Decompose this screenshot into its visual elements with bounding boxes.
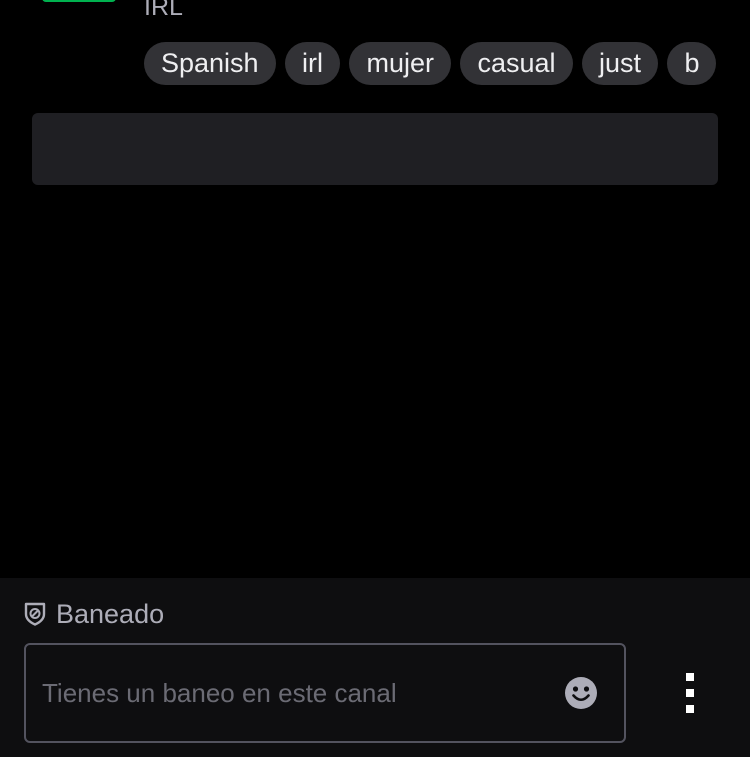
chat-message-input[interactable]: [42, 645, 542, 741]
ban-status-label: Baneado: [56, 598, 165, 629]
shield-slash-icon: [24, 602, 46, 626]
tag-just[interactable]: just: [581, 42, 658, 85]
tag-irl[interactable]: irl: [285, 42, 341, 85]
stream-tags: Spanish irl mujer casual just b: [144, 42, 718, 86]
tag-spanish[interactable]: Spanish: [144, 42, 276, 85]
vertical-dots-icon[interactable]: [678, 671, 702, 715]
channel-avatar[interactable]: [42, 0, 116, 2]
tag-truncated[interactable]: b: [667, 42, 717, 85]
chat-input-area: Baneado: [0, 578, 750, 757]
chat-input-box[interactable]: [24, 643, 626, 743]
stream-category-link[interactable]: IRL: [144, 0, 183, 22]
stream-info-panel: [32, 113, 718, 185]
ban-status: Baneado: [24, 598, 164, 630]
tag-mujer[interactable]: mujer: [349, 42, 451, 85]
tag-casual[interactable]: casual: [460, 42, 573, 85]
smiley-icon[interactable]: [564, 676, 598, 710]
